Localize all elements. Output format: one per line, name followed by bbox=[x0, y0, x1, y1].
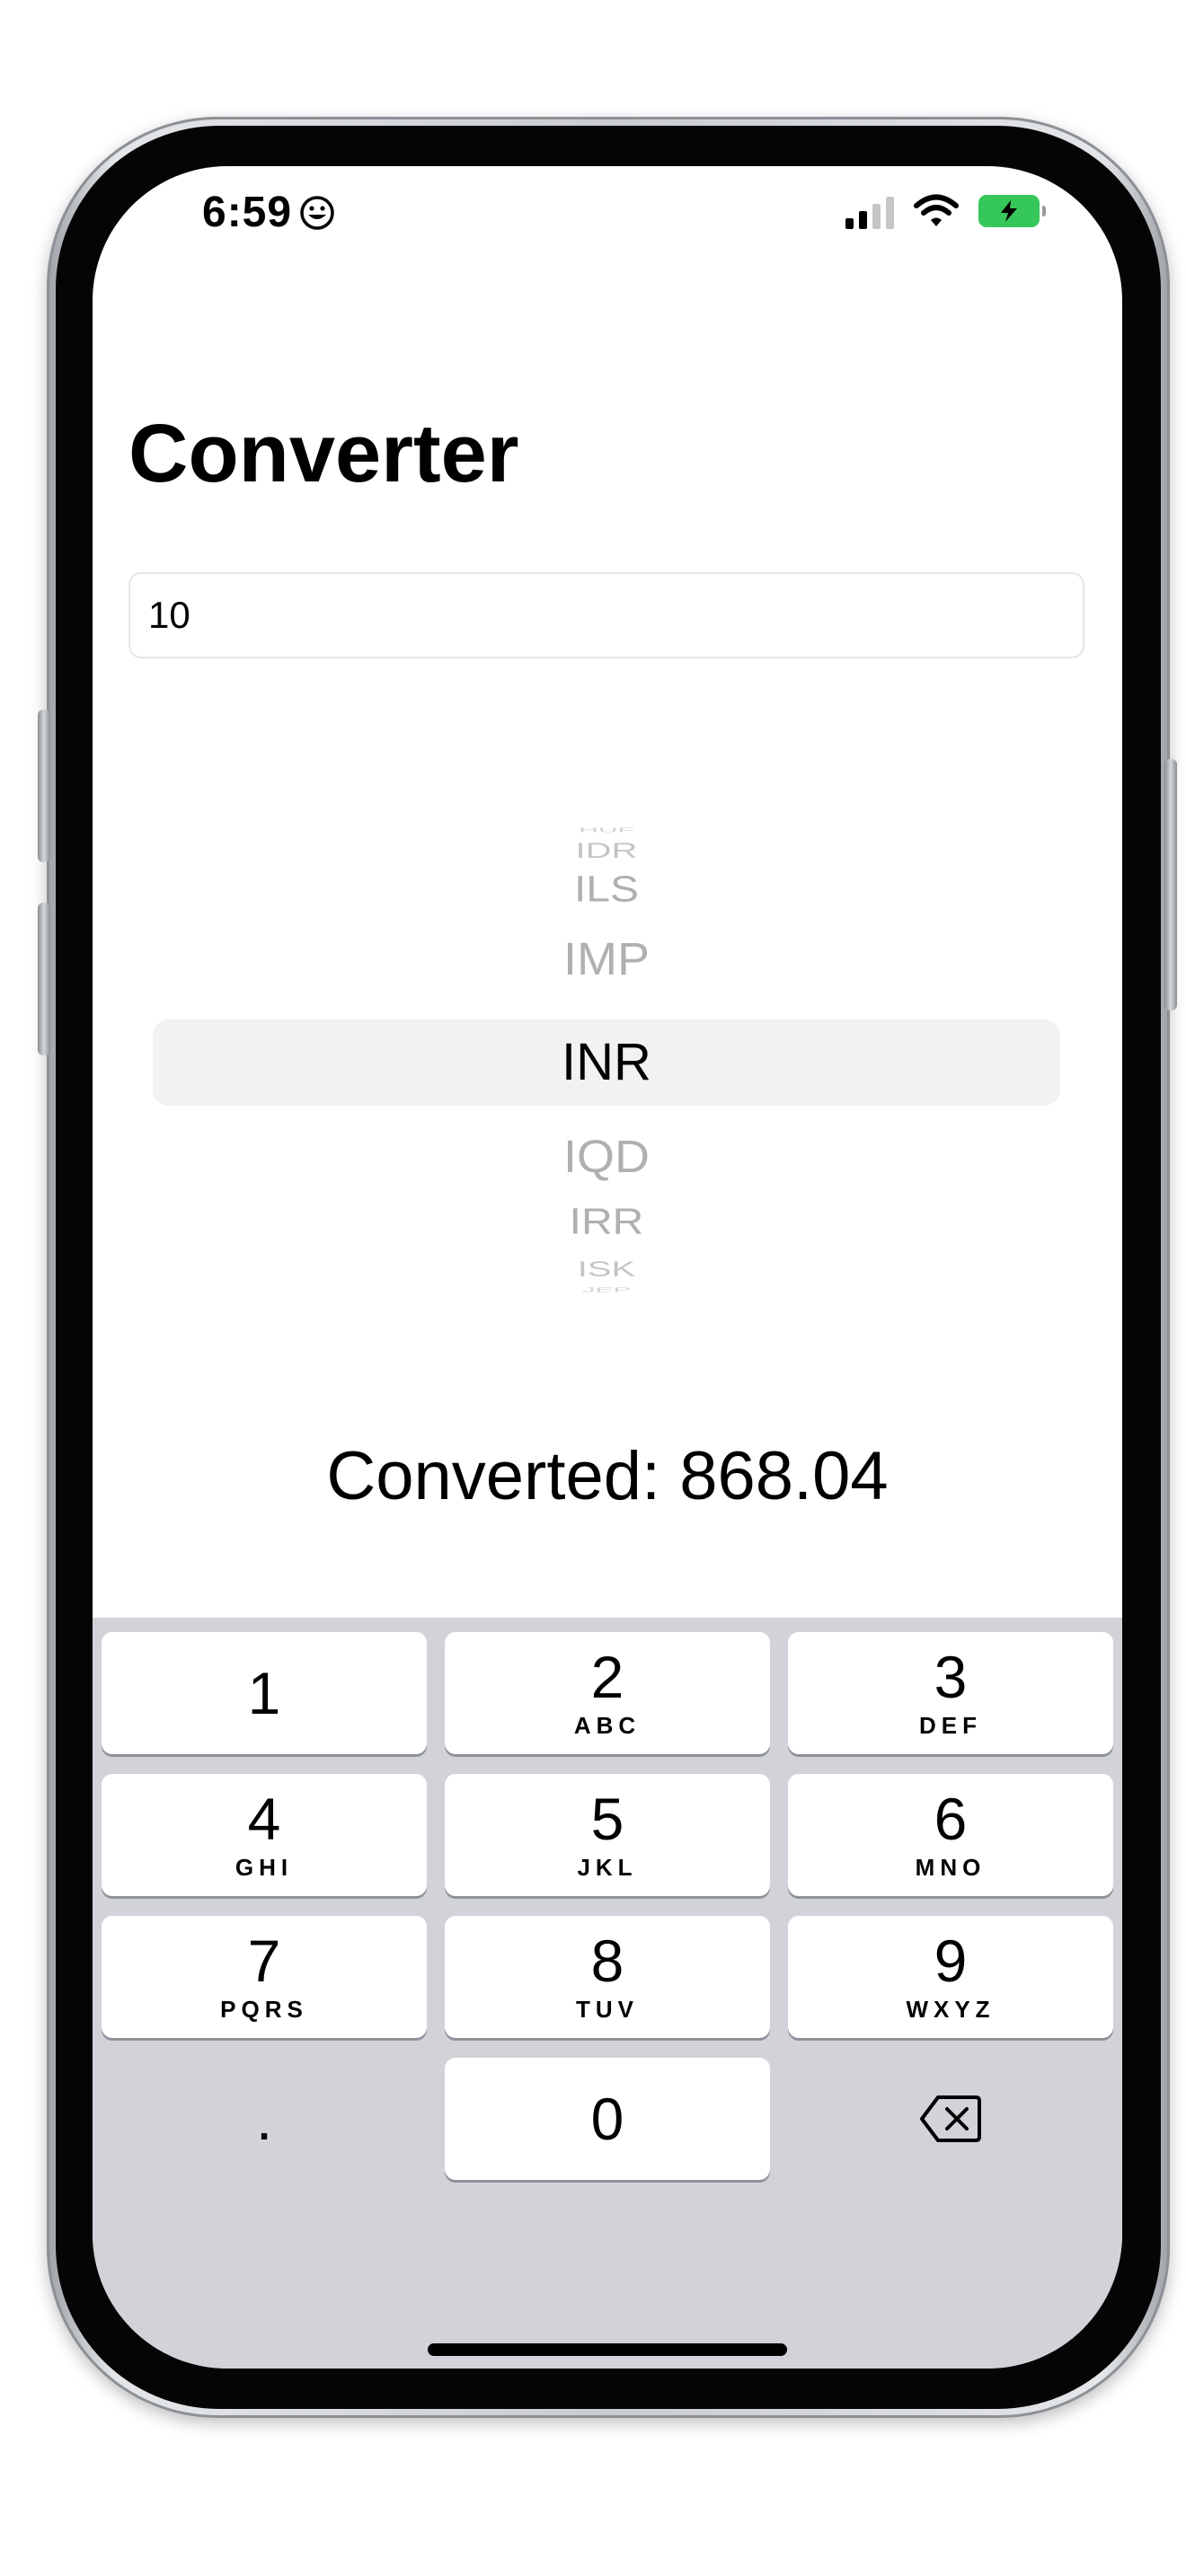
converted-result: Converted: 868.04 bbox=[326, 1438, 889, 1514]
picker-item[interactable]: ISK bbox=[128, 1257, 1084, 1282]
key-digit: 6 bbox=[934, 1785, 968, 1852]
key-digit: . bbox=[255, 2086, 273, 2152]
wifi-icon bbox=[914, 194, 959, 226]
cellular-signal-icon bbox=[845, 193, 894, 229]
home-indicator[interactable] bbox=[428, 2343, 787, 2356]
key-7[interactable]: 7 PQRS bbox=[102, 1916, 427, 2038]
picker-item[interactable]: ILS bbox=[128, 869, 1084, 911]
status-time-text: 6:59 bbox=[202, 189, 293, 236]
key-letters: MNO bbox=[915, 1853, 987, 1881]
key-letters: WXYZ bbox=[906, 1995, 996, 2023]
currency-picker[interactable]: HUF IDR ILS IMP INR IQD IRR ISK JEP bbox=[128, 813, 1084, 1298]
smile-emoji-icon bbox=[300, 195, 334, 230]
key-5[interactable]: 5 JKL bbox=[445, 1774, 770, 1896]
key-6[interactable]: 6 MNO bbox=[788, 1774, 1113, 1896]
key-digit: 3 bbox=[934, 1643, 968, 1710]
picker-item[interactable]: IRR bbox=[128, 1201, 1084, 1243]
amount-input-value: 10 bbox=[148, 594, 190, 636]
picker-item[interactable]: IQD bbox=[128, 1131, 1084, 1184]
key-letters: ABC bbox=[573, 1711, 642, 1739]
battery-charging-icon bbox=[978, 195, 1046, 227]
power-button bbox=[1164, 759, 1177, 1010]
key-digit: 1 bbox=[247, 1660, 281, 1726]
key-3[interactable]: 3 DEF bbox=[788, 1632, 1113, 1754]
backspace-icon bbox=[920, 2095, 981, 2142]
key-letters: DEF bbox=[919, 1711, 982, 1739]
key-letters: JKL bbox=[577, 1853, 638, 1881]
key-digit: 5 bbox=[590, 1785, 624, 1852]
picker-item[interactable]: IMP bbox=[128, 933, 1084, 986]
key-2[interactable]: 2 ABC bbox=[445, 1632, 770, 1754]
picker-item[interactable]: IDR bbox=[128, 839, 1084, 863]
key-1[interactable]: 1 bbox=[102, 1632, 427, 1754]
key-8[interactable]: 8 TUV bbox=[445, 1916, 770, 2038]
key-digit: 0 bbox=[590, 2086, 624, 2152]
picker-item[interactable]: HUF bbox=[128, 826, 1084, 834]
volume-button bbox=[38, 903, 50, 1055]
key-digit: 7 bbox=[247, 1927, 281, 1994]
app-screen: 6:59 Converter 10 HUF IDR ILS IMP INR IQ… bbox=[93, 166, 1122, 2369]
key-digit: 2 bbox=[590, 1643, 624, 1710]
key-letters: GHI bbox=[235, 1853, 294, 1881]
status-time: 6:59 bbox=[202, 188, 335, 237]
key-4[interactable]: 4 GHI bbox=[102, 1774, 427, 1896]
mute-switch bbox=[38, 710, 50, 862]
key-9[interactable]: 9 WXYZ bbox=[788, 1916, 1113, 2038]
status-icons bbox=[845, 193, 1046, 229]
delete-key[interactable] bbox=[788, 2058, 1113, 2180]
key-letters: PQRS bbox=[220, 1995, 308, 2023]
key-digit: 4 bbox=[247, 1785, 281, 1852]
key-digit: 9 bbox=[934, 1927, 968, 1994]
key-digit: 8 bbox=[590, 1927, 624, 1994]
key-0[interactable]: 0 bbox=[445, 2058, 770, 2180]
amount-input[interactable]: 10 bbox=[128, 572, 1084, 658]
picker-item-selected[interactable]: INR bbox=[128, 1032, 1084, 1092]
key-decimal[interactable]: . bbox=[102, 2058, 427, 2180]
page-title: Converter bbox=[128, 408, 519, 499]
key-letters: TUV bbox=[576, 1995, 639, 2023]
numeric-keypad: 1 2 ABC 3 DEF 4 GHI 5 JKL 6 MNO 7 PQRS 8… bbox=[93, 1618, 1122, 2369]
picker-item[interactable]: JEP bbox=[128, 1286, 1084, 1294]
